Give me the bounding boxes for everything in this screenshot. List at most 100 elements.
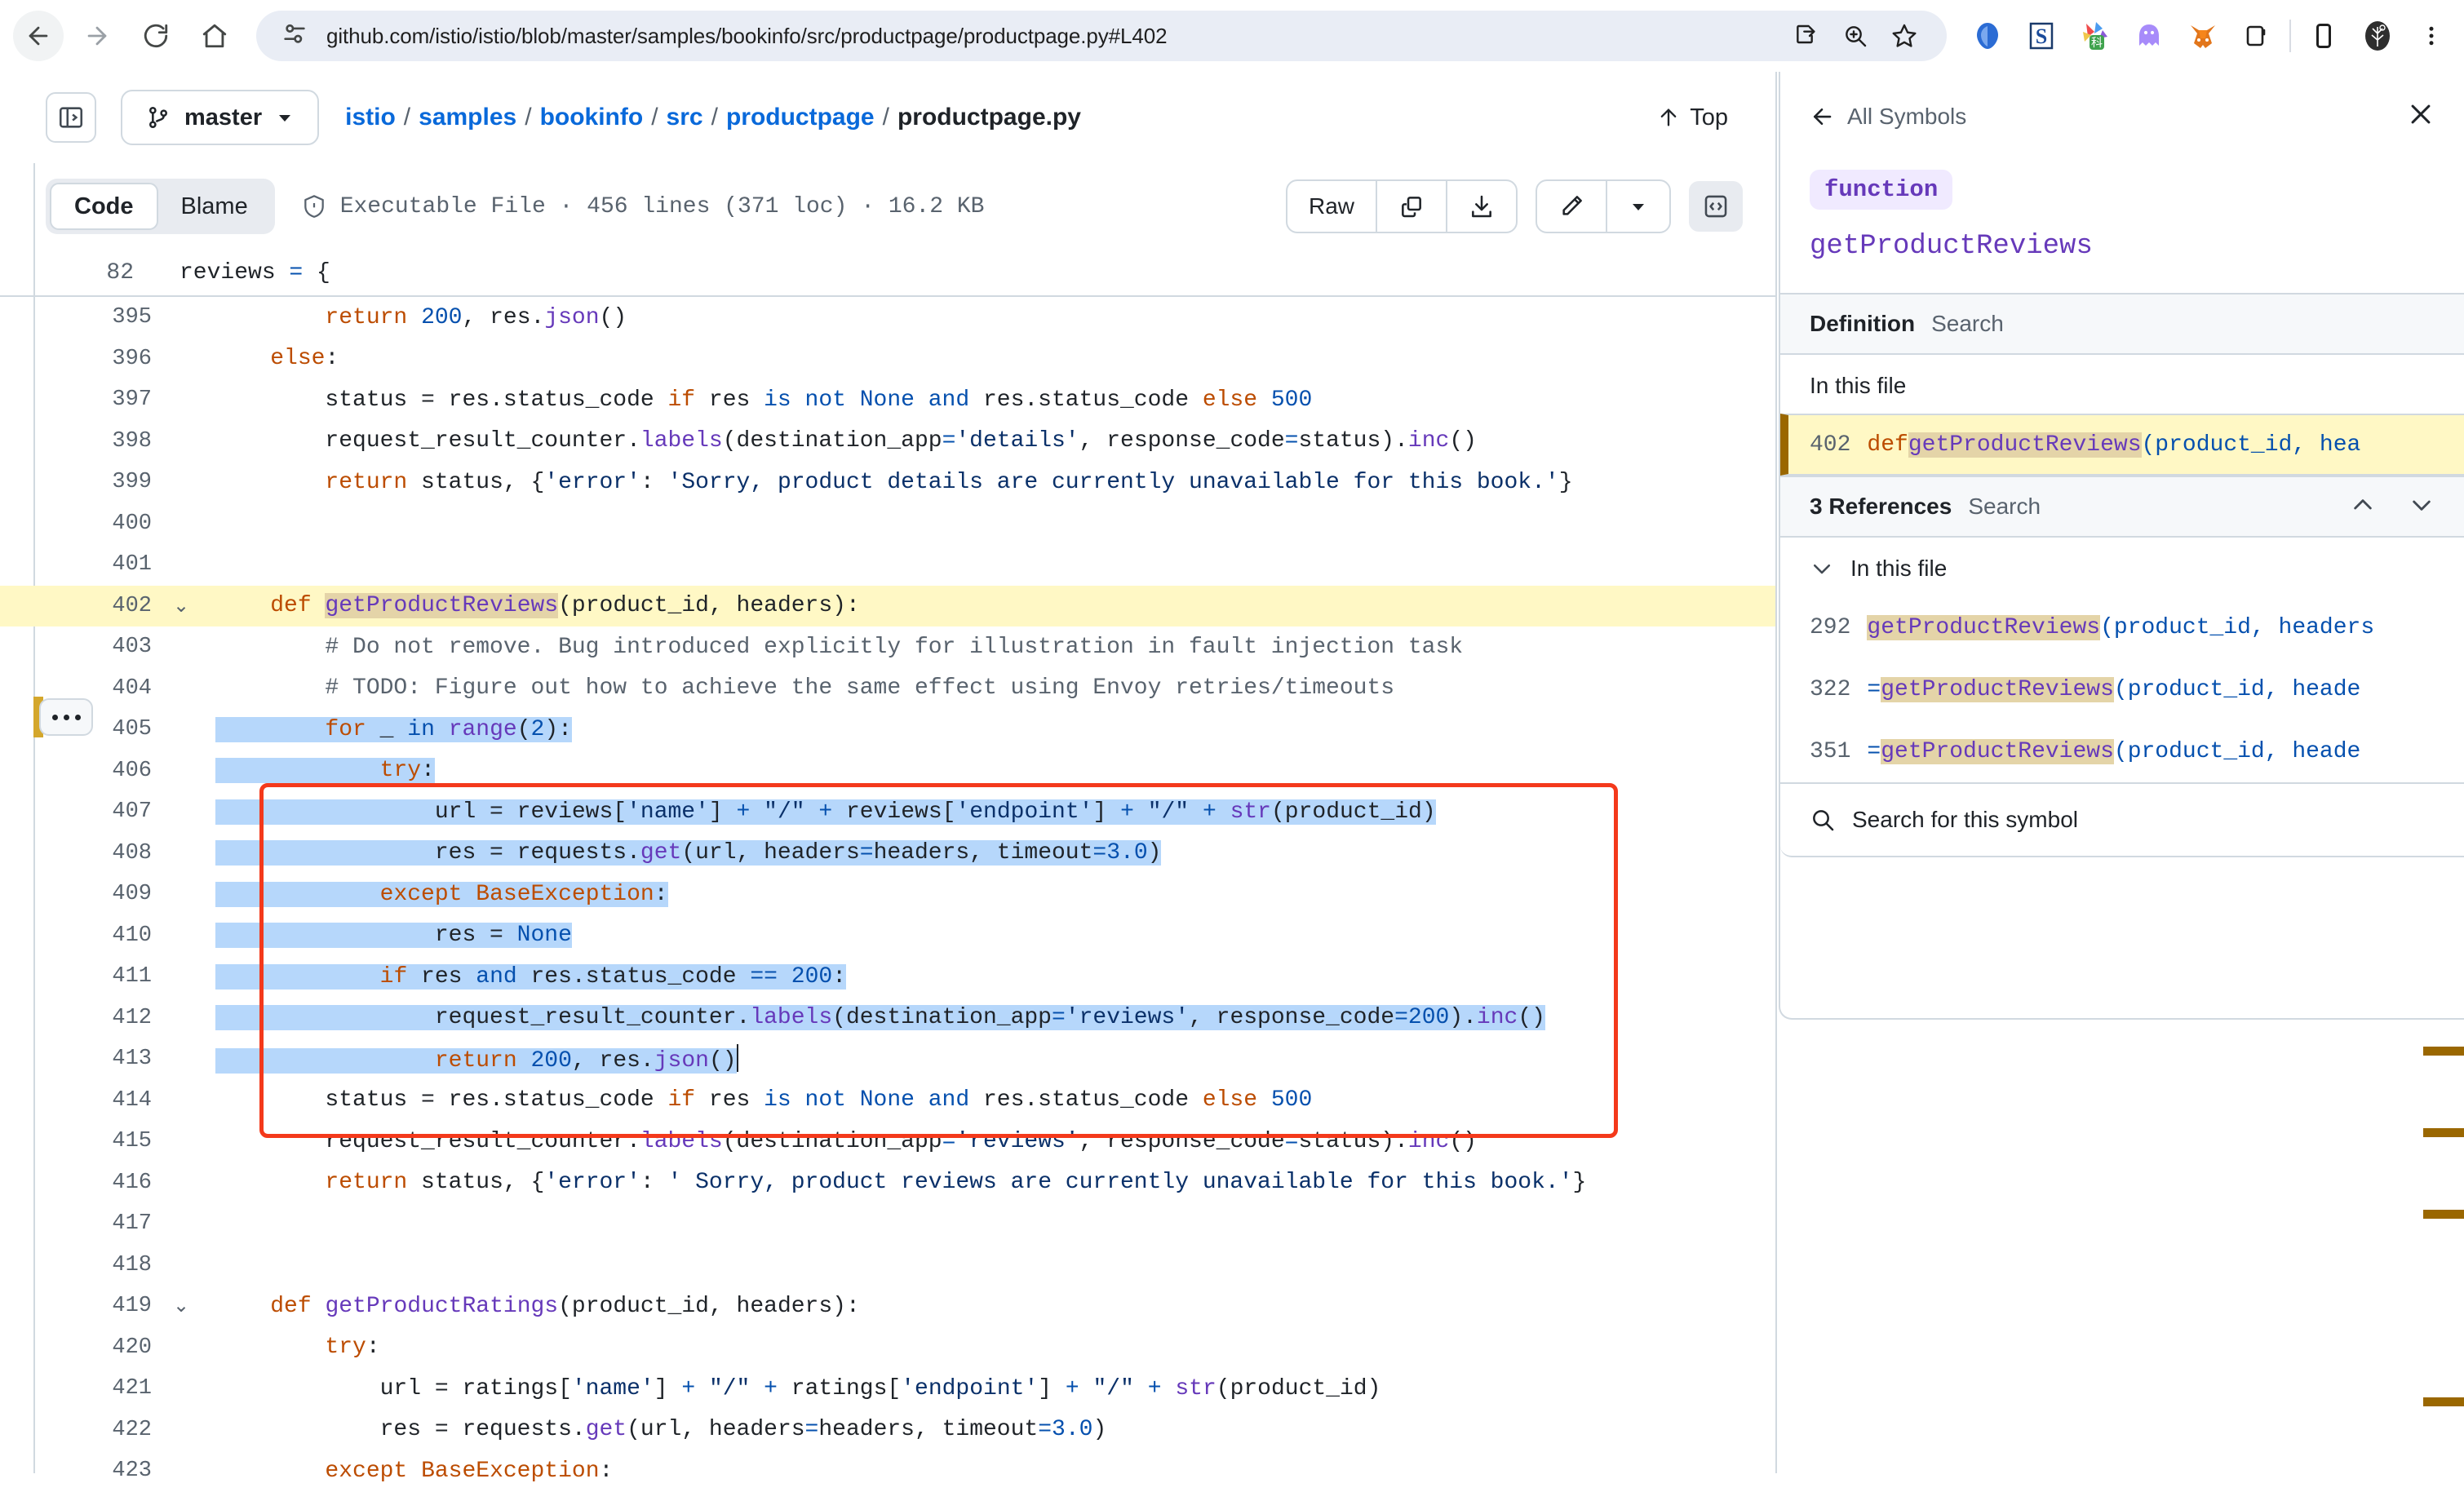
code-lines-container[interactable]: 395 return 200, res.json() 396 else: 397 s… (0, 297, 1775, 1492)
line-number[interactable]: 396 (0, 347, 163, 371)
code-line[interactable]: 407 url = reviews['name'] + "/" + review… (0, 791, 1775, 833)
fold-chevron-icon[interactable]: ⌄ (163, 1294, 199, 1318)
sidebar-expand-button[interactable] (46, 92, 96, 143)
code-line[interactable]: 409 except BaseException: (0, 874, 1775, 915)
references-prev-button[interactable] (2350, 492, 2376, 522)
code-line[interactable]: 403 # Do not remove. Bug introduced expl… (0, 626, 1775, 668)
mobile-view-icon[interactable] (2306, 18, 2342, 54)
line-number[interactable]: 416 (0, 1171, 163, 1195)
line-number[interactable]: 403 (0, 635, 163, 659)
code-line[interactable]: 408 res = requests.get(url, headers=head… (0, 833, 1775, 874)
profile-avatar-icon[interactable] (2360, 18, 2395, 54)
site-settings-icon[interactable] (281, 20, 308, 52)
breadcrumb-item-istio[interactable]: istio (345, 104, 396, 131)
edit-dropdown-button[interactable] (1607, 181, 1669, 232)
download-button[interactable] (1447, 181, 1516, 232)
code-line[interactable]: 401 (0, 544, 1775, 586)
line-number[interactable]: 398 (0, 429, 163, 454)
line-number[interactable]: 414 (0, 1088, 163, 1113)
code-line[interactable]: 411 if res and res.status_code == 200: (0, 956, 1775, 998)
references-search-link[interactable]: Search (1968, 494, 2041, 520)
line-number[interactable]: 399 (0, 470, 163, 494)
code-line[interactable]: 398 request_result_counter.labels(destin… (0, 421, 1775, 463)
line-number[interactable]: 404 (0, 676, 163, 701)
tab-code[interactable]: Code (50, 183, 158, 230)
code-line[interactable]: 416 return status, {'error': ' Sorry, pr… (0, 1162, 1775, 1204)
code-line[interactable]: 417 (0, 1203, 1775, 1245)
scrollbar-track[interactable] (2423, 72, 2464, 1473)
definition-search-link[interactable]: Search (1931, 311, 2004, 337)
code-line[interactable]: 421 url = ratings['name'] + "/" + rating… (0, 1368, 1775, 1410)
code-line[interactable]: 397 status = res.status_code if res is n… (0, 379, 1775, 421)
line-number[interactable]: 402 (0, 594, 163, 618)
edit-button[interactable] (1537, 181, 1607, 232)
line-number[interactable]: 395 (0, 305, 163, 330)
code-line[interactable]: 396 else: (0, 339, 1775, 380)
line-number[interactable]: 401 (0, 552, 163, 577)
code-line[interactable]: 410 res = None (0, 915, 1775, 957)
metamask-fox-icon[interactable] (2185, 18, 2221, 54)
code-line[interactable]: 395 return 200, res.json() (0, 297, 1775, 339)
code-line[interactable]: 415 request_result_counter.labels(destin… (0, 1121, 1775, 1162)
line-number[interactable]: 423 (0, 1459, 163, 1483)
definition-result-row[interactable]: 402 def getProductReviews (product_id, h… (1780, 414, 2464, 476)
line-number[interactable]: 409 (0, 882, 163, 906)
code-line[interactable]: 413 return 200, res.json() (0, 1038, 1775, 1080)
line-number[interactable]: 415 (0, 1129, 163, 1153)
code-line[interactable]: 420 try: (0, 1327, 1775, 1369)
line-number[interactable]: 410 (0, 923, 163, 948)
address-bar[interactable]: github.com/istio/istio/blob/master/sampl… (256, 11, 1947, 61)
line-number[interactable]: 411 (0, 964, 163, 989)
code-line[interactable]: 423 except BaseException: (0, 1450, 1775, 1492)
copy-button[interactable] (1377, 181, 1447, 232)
scroll-to-top-button[interactable]: Top (1657, 104, 1743, 131)
line-number[interactable]: 420 (0, 1335, 163, 1360)
tab-blame[interactable]: Blame (158, 183, 271, 230)
grammarly-icon[interactable] (1970, 18, 2005, 54)
code-line[interactable]: 418 (0, 1245, 1775, 1286)
home-button[interactable] (189, 11, 240, 61)
fold-chevron-icon[interactable]: ⌄ (163, 594, 199, 618)
bookmark-star-icon[interactable] (1886, 18, 1922, 54)
scribd-s-icon[interactable]: S (2023, 18, 2059, 54)
code-line[interactable]: 399 return status, {'error': 'Sorry, pro… (0, 462, 1775, 503)
ghostery-icon[interactable] (2131, 18, 2167, 54)
search-for-symbol-button[interactable]: Search for this symbol (1780, 782, 2464, 857)
code-line[interactable]: 404 # TODO: Figure out how to achieve th… (0, 668, 1775, 710)
breadcrumb-item-productpage[interactable]: productpage (726, 104, 875, 131)
code-line[interactable]: 400 (0, 503, 1775, 545)
line-number[interactable]: 408 (0, 841, 163, 866)
breadcrumb-item-bookinfo[interactable]: bookinfo (540, 104, 644, 131)
code-line[interactable]: 406 try: (0, 750, 1775, 792)
raw-button[interactable]: Raw (1287, 181, 1377, 232)
line-number[interactable]: 417 (0, 1211, 163, 1236)
code-line[interactable]: 405 for _ in range(2): (0, 709, 1775, 750)
line-number[interactable]: 397 (0, 387, 163, 412)
line-number[interactable]: 418 (0, 1253, 163, 1277)
branch-selector[interactable]: master (121, 90, 320, 145)
line-number[interactable]: 412 (0, 1006, 163, 1030)
reference-row[interactable]: 292 getProductReviews (product_id, heade… (1780, 596, 2464, 658)
code-line[interactable]: 414 status = res.status_code if res is n… (0, 1080, 1775, 1122)
reference-row[interactable]: 322 = getProductReviews (product_id, hea… (1780, 658, 2464, 720)
install-app-icon[interactable] (1788, 18, 1824, 54)
line-actions-menu-button[interactable] (39, 698, 93, 736)
all-symbols-back-button[interactable]: All Symbols (1810, 104, 1966, 130)
line-number[interactable]: 406 (0, 759, 163, 783)
references-group-row[interactable]: In this file (1780, 538, 2464, 596)
code-line[interactable]: 419 ⌄ def getProductRatings(product_id, h… (0, 1286, 1775, 1327)
code-line[interactable]: 402 ⌄ def getProductReviews(product_id, h… (0, 585, 1775, 626)
line-number[interactable]: 413 (0, 1047, 163, 1071)
line-number[interactable]: 400 (0, 511, 163, 536)
line-number[interactable]: 407 (0, 799, 163, 824)
breadcrumb-item-src[interactable]: src (667, 104, 703, 131)
bitwarden-icon[interactable] (2239, 18, 2275, 54)
line-number[interactable]: 419 (0, 1294, 163, 1318)
line-number[interactable]: 421 (0, 1376, 163, 1401)
reload-button[interactable] (131, 11, 181, 61)
symbols-panel-toggle[interactable] (1689, 181, 1743, 232)
zoom-icon[interactable] (1837, 18, 1873, 54)
back-button[interactable] (13, 11, 64, 61)
breadcrumb-item-samples[interactable]: samples (419, 104, 516, 131)
line-number[interactable]: 422 (0, 1418, 163, 1442)
